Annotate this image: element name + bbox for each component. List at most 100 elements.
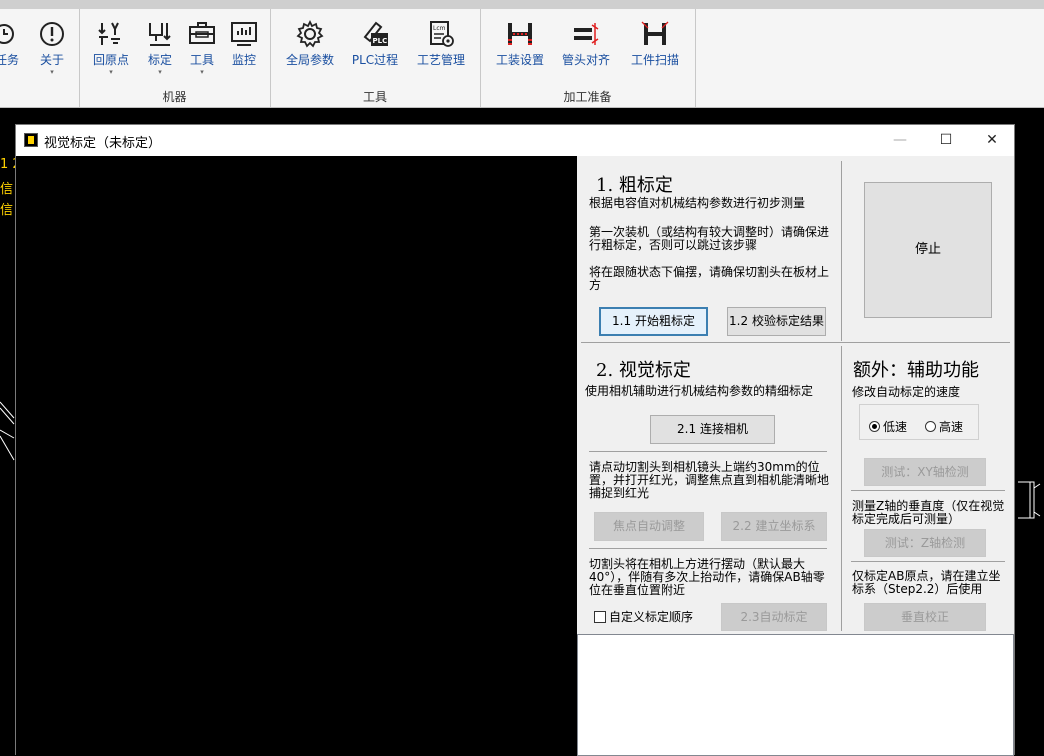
xy-axis-test-button[interactable]: 测试：XY轴检测 [864,458,986,486]
info-icon [37,19,67,49]
gear-icon [295,19,325,49]
coarse-note-follow: 将在跟随状态下偏摆，请确保切割头在板材上方 [589,265,830,292]
task-label: 任务 [0,53,19,67]
visual-description: 使用相机辅助进行机械结构参数的精细标定 [585,384,814,398]
close-button[interactable]: ✕ [969,125,1015,156]
task-button[interactable]: 任务 [0,19,22,68]
tube-align-button[interactable]: 管头对齐 [558,19,614,68]
section-divider [851,490,1005,491]
speed-low-label: 低速 [883,420,908,434]
calibrate-button[interactable]: 标定 ▾ [143,19,177,76]
part-scan-icon [640,19,670,49]
part-scan-label: 工件扫描 [630,53,679,67]
fixture-icon [505,19,535,49]
coarse-description: 根据电容值对机械结构参数进行初步测量 [589,196,806,210]
z-axis-test-button[interactable]: 测试：Z轴检测 [864,529,986,557]
auto-focus-button[interactable]: 焦点自动调整 [594,512,704,541]
section-divider [589,548,827,549]
process-doc-icon: Lcm [426,19,456,49]
custom-order-label: 自定义标定顺序 [609,610,694,624]
visual-swing-note: 切割头将在相机上方进行摆动（默认最大40°），伴随有多次上抬动作，请确保AB轴零… [589,557,825,597]
section-divider [851,561,1005,562]
dialog-titlebar[interactable]: 视觉标定（未标定） — ☐ ✕ [16,125,1014,156]
visual-calibration-dialog: 视觉标定（未标定） — ☐ ✕ 1. 粗标定 根据电容值对机械结构参数进行初步测… [15,124,1015,756]
auto-calibration-button[interactable]: 2.3自动标定 [721,603,827,631]
process-manage-label: 工艺管理 [416,53,465,67]
process-manage-button[interactable]: Lcm 工艺管理 [413,19,469,68]
tube-align-icon [571,19,601,49]
speed-high-radio[interactable] [925,421,936,432]
section-divider [841,161,842,341]
camera-view [16,156,577,756]
ribbon-group-prep: 工装设置 管头对齐 工件扫描 加工准备 [480,9,696,107]
canvas-part-outline [1018,481,1041,519]
fixture-setup-label: 工装设置 [495,53,544,67]
visual-heading: 2. 视觉标定 [596,360,691,381]
plc-icon: PLC [360,19,390,49]
section-divider [841,346,842,631]
about-label: 关于 [39,53,64,67]
home-label: 回原点 [92,53,129,67]
clock-icon [0,19,22,49]
part-scan-button[interactable]: 工件扫描 [627,19,683,68]
fixture-setup-button[interactable]: 工装设置 [492,19,548,68]
group-label-tools: 工具 [362,90,387,104]
ribbon-group-tools: 全局参数 PLC PLC过程 Lcm 工艺管理 工具 [270,9,481,107]
speed-label: 修改自动标定的速度 [852,385,961,399]
start-coarse-calibration-button[interactable]: 1.1 开始粗标定 [599,307,708,336]
toolbox-icon [187,19,217,49]
calibrate-label: 标定 [147,53,172,67]
verify-calibration-button[interactable]: 1.2 校验标定结果 [727,307,826,336]
monitor-icon [229,19,259,49]
plc-icon-text: PLC [373,37,388,45]
home-axes-icon [96,19,126,49]
app-icon [24,133,38,147]
calibration-panel: 1. 粗标定 根据电容值对机械结构参数进行初步测量 第一次装机（或结构有较大调整… [577,156,1014,756]
speed-high-label: 高速 [939,420,964,434]
global-params-button[interactable]: 全局参数 [282,19,338,68]
log-output-area[interactable] [577,634,1014,756]
maximize-button[interactable]: ☐ [923,125,969,156]
ribbon-group-machine: 回原点 ▾ 标定 ▾ 工具 ▾ 监控 机器 [79,9,271,107]
home-button[interactable]: 回原点 ▾ [90,19,132,76]
minimize-button[interactable]: — [877,125,923,156]
monitor-label: 监控 [231,53,256,67]
speed-low-radio[interactable] [869,421,880,432]
vertical-correction-button[interactable]: 垂直校正 [864,603,986,631]
canvas-side-text: 信 [0,182,14,197]
chevron-down-icon: ▾ [109,68,113,76]
chevron-down-icon: ▾ [200,68,204,76]
ribbon-tab-strip [0,0,1044,9]
z-axis-note: 测量Z轴的垂直度（仅在视觉标定完成后可测量） [852,499,1005,526]
section-divider [589,451,827,452]
group-label-machine: 机器 [162,90,187,104]
connect-camera-button[interactable]: 2.1 连接相机 [650,415,775,444]
ribbon-group-general: 任务 关于 ▾ [0,9,80,107]
monitor-button[interactable]: 监控 [227,19,261,68]
lcm-icon-text: Lcm [433,25,446,32]
coarse-heading: 1. 粗标定 [596,175,673,196]
canvas-side-text: 信 [0,203,14,218]
about-button[interactable]: 关于 ▾ [36,19,68,76]
extra-heading: 额外：辅助功能 [853,360,979,381]
chevron-down-icon: ▾ [50,68,54,76]
ribbon-toolbar: 任务 关于 ▾ 回原点 ▾ 标定 ▾ 工具 ▾ 监控 机器 全局参数 PLC P… [0,0,1044,108]
global-params-label: 全局参数 [285,53,334,67]
coarse-note-first-install: 第一次装机（或结构有较大调整时）请确保进行粗标定，否则可以跳过该步骤 [589,225,830,252]
plc-process-button[interactable]: PLC PLC过程 [350,19,400,68]
group-label-prep: 加工准备 [563,90,612,104]
calibrate-icon [145,19,175,49]
ab-origin-note: 仅标定AB原点，请在建立坐标系（Step2.2）后使用 [852,569,1001,596]
stop-button[interactable]: 停止 [864,182,992,318]
tools-label: 工具 [189,53,214,67]
tools-button[interactable]: 工具 ▾ [185,19,219,76]
tube-align-label: 管头对齐 [561,53,610,67]
dialog-title: 视觉标定（未标定） [44,136,162,151]
canvas-part-outline [0,401,15,461]
visual-red-light-note: 请点动切割头到相机镜头上端约30mm的位置，并打开红光，调整焦点直到相机能清晰地… [589,460,830,500]
section-divider [581,342,1010,343]
custom-order-checkbox[interactable] [594,611,606,623]
plc-process-label: PLC过程 [351,53,399,67]
build-coordinate-button[interactable]: 2.2 建立坐标系 [721,512,827,541]
chevron-down-icon: ▾ [158,68,162,76]
